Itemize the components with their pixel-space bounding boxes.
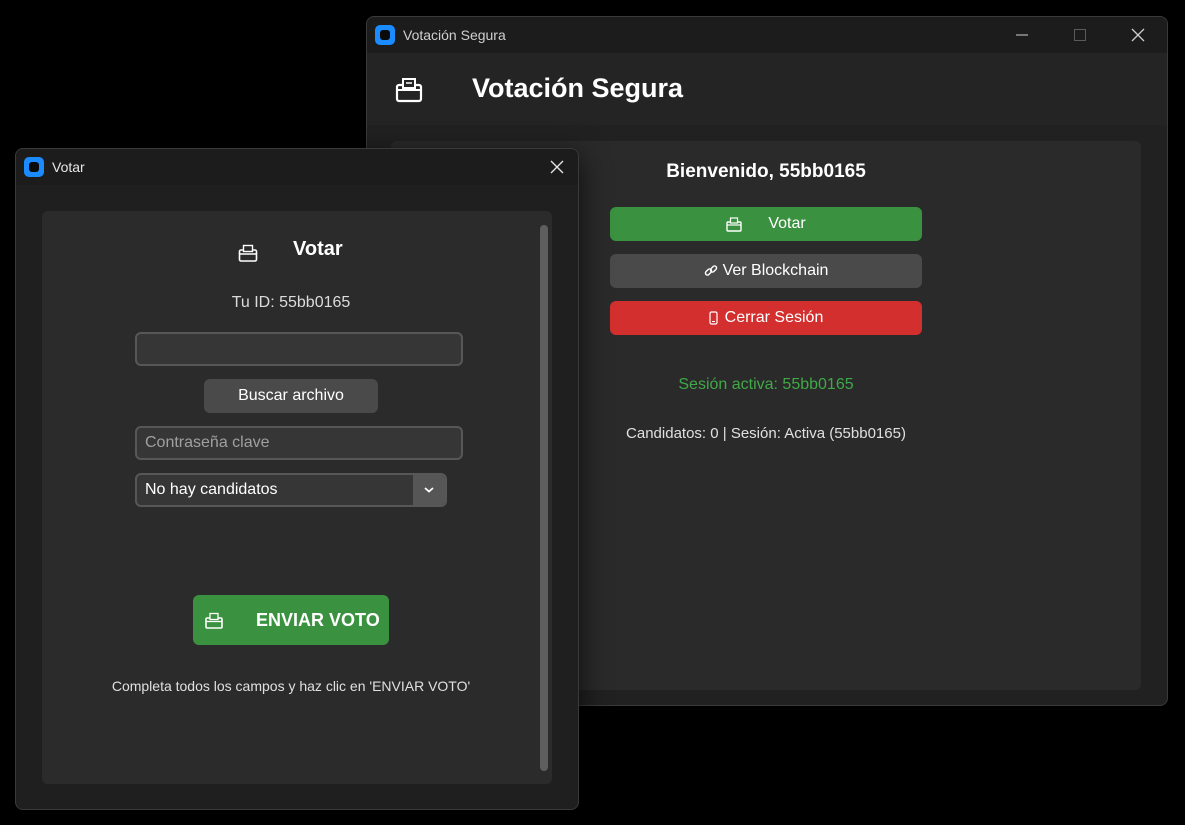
phone-icon [709, 311, 718, 325]
file-path-input[interactable] [135, 332, 463, 366]
ballot-box-icon [238, 244, 258, 262]
maximize-icon[interactable] [1051, 17, 1109, 53]
main-header: Votación Segura [367, 53, 1167, 125]
chevron-down-icon[interactable] [413, 475, 445, 505]
browse-file-label: Buscar archivo [238, 387, 344, 404]
candidate-select-value: No hay candidatos [145, 481, 278, 498]
candidate-select[interactable]: No hay candidatos [135, 473, 447, 507]
page-title: Votación Segura [472, 73, 684, 103]
blockchain-button-label: Ver Blockchain [722, 262, 829, 279]
logout-button-label: Cerrar Sesión [724, 309, 824, 326]
close-icon[interactable] [1109, 17, 1167, 53]
voter-id-text: Tu ID: 55bb0165 [231, 294, 351, 311]
vote-titlebar: Votar [16, 149, 578, 185]
vote-panel: Votar Tu ID: 55bb0165 Buscar archivo No … [42, 211, 552, 784]
main-titlebar: Votación Segura [367, 17, 1167, 53]
password-input[interactable] [135, 426, 463, 460]
logout-button[interactable]: Cerrar Sesión [610, 301, 922, 335]
ballot-box-icon [395, 77, 423, 103]
close-icon[interactable] [536, 149, 578, 185]
minimize-icon[interactable] [993, 17, 1051, 53]
browse-file-button[interactable]: Buscar archivo [204, 379, 378, 413]
scrollbar-thumb[interactable] [540, 225, 548, 771]
app-logo-icon [24, 157, 44, 177]
vote-window: Votar Votar Tu ID: 55bb0165 Buscar archi… [15, 148, 579, 810]
send-vote-button[interactable]: ENVIAR VOTO [193, 595, 389, 645]
send-vote-label: ENVIAR VOTO [256, 609, 380, 630]
link-icon [704, 264, 718, 278]
vote-button-label: Votar [768, 215, 806, 232]
blockchain-button[interactable]: Ver Blockchain [610, 254, 922, 288]
vote-button[interactable]: Votar [610, 207, 922, 241]
scrollbar[interactable] [540, 225, 548, 771]
main-window-title: Votación Segura [403, 27, 506, 43]
vote-window-title: Votar [52, 159, 85, 175]
ballot-box-icon [726, 216, 743, 232]
instructions-text: Completa todos los campos y haz clic en … [111, 678, 471, 694]
vote-title: Votar [293, 238, 343, 260]
app-logo-icon [375, 25, 395, 45]
ballot-box-icon [205, 612, 223, 629]
